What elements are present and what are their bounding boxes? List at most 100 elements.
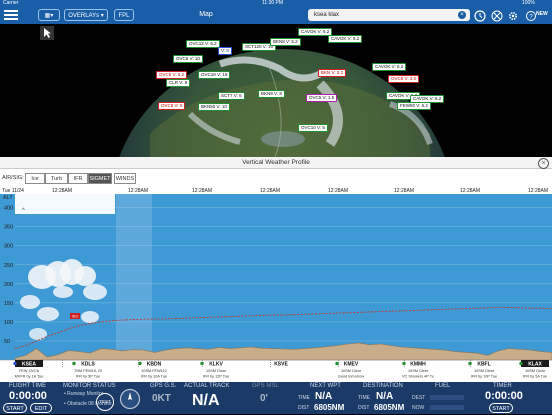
flight-time-edit-label: EDIT: [34, 406, 48, 412]
airport-weather-text: 10SM Clear: [341, 369, 362, 373]
airport-weather-text: 10SM FEW110: [141, 369, 166, 373]
overlay-sigmet-label: SIGMET: [89, 176, 111, 182]
sigmet-region: [116, 194, 152, 360]
gps-msl-label: GPS MSL: [252, 383, 279, 389]
alt-scroll-icon: ^: [22, 208, 25, 214]
metar-label[interactable]: OVC5 V: 1.5: [306, 94, 338, 102]
airport-id: KLAX: [528, 362, 542, 368]
menu-icon[interactable]: [4, 9, 18, 21]
map-layers-button[interactable]: ▦▾: [38, 9, 60, 21]
destination-dist-label: DIST: [358, 405, 370, 411]
airport-id: KSEA: [22, 362, 36, 368]
gear-icon[interactable]: [507, 9, 519, 21]
overlay-winds-button[interactable]: WINDS: [114, 173, 136, 184]
metar-label[interactable]: OVC5 V: 3.0: [388, 75, 420, 83]
new-badge: NEW: [536, 11, 548, 17]
airport-id: KMEV: [344, 362, 359, 368]
fuel-dest-gauge: [430, 395, 464, 400]
metar-label[interactable]: FEW50 V: 6.2: [397, 102, 431, 110]
cloud: [53, 286, 73, 298]
flight-time-label: FLIGHT TIME: [9, 383, 47, 389]
airport-id: KDLS: [81, 362, 95, 368]
destination-label: DESTINATION: [363, 383, 403, 389]
timer-start-button[interactable]: START: [489, 403, 513, 413]
metar-label[interactable]: OVC18 V: 15: [198, 71, 231, 79]
actual-track-label: ACTUAL TRACK: [184, 383, 230, 389]
next-wpt-dist-label: DIST: [298, 405, 310, 411]
instrument-panel: FLIGHT TIME 0:00:00 START EDIT MONITOR S…: [0, 382, 552, 414]
airport-weather-text: MVFR by 1A Tue: [15, 375, 44, 379]
timer-label: TIMER: [493, 383, 512, 389]
metar-label[interactable]: V: 8: [218, 47, 232, 55]
metar-label[interactable]: CLR V: 9: [166, 79, 191, 87]
flight-category-dot: [468, 361, 472, 366]
metar-label[interactable]: BKN50 V: 10: [198, 103, 230, 111]
flight-time-edit-button[interactable]: EDIT: [30, 403, 52, 413]
metar-label[interactable]: OVC10 V: 5: [298, 124, 328, 132]
cursor-icon: [40, 26, 54, 40]
metar-label[interactable]: BKN8 V: 8: [258, 90, 285, 98]
overlay-ice-button[interactable]: Ice: [25, 173, 45, 184]
flight-time-start-label: START: [6, 406, 24, 412]
airport-id: KSVE: [274, 362, 288, 368]
flight-category-dot: [138, 361, 142, 366]
airport-weather-text: 7NM FEW15, Ol: [74, 369, 102, 373]
overlay-winds-label: WINDS: [115, 176, 135, 182]
satellite-map[interactable]: OVC12 V: 6.2 V: 8 SCT120 V: 10 BKN8 V: 5.2 C…: [0, 24, 552, 157]
actual-track-value: N/A: [192, 392, 220, 409]
compass-icon[interactable]: [119, 388, 141, 410]
next-wpt-time-label: TIME: [298, 395, 310, 401]
air-sig-label: AIR/SIG:: [2, 175, 24, 181]
metar-label[interactable]: OVC6 V: 6.2: [156, 71, 188, 79]
monitor-status-label: MONITOR STATUS: [63, 383, 116, 389]
close-icon[interactable]: ×: [538, 158, 549, 169]
metar-label[interactable]: BKN8 V: 5.2: [270, 38, 301, 46]
metar-label[interactable]: SCT7 V: 5: [218, 92, 245, 100]
clear-search-icon[interactable]: ×: [458, 11, 466, 19]
search-input[interactable]: ksea klax ×: [308, 9, 470, 21]
overlay-sigmet-button[interactable]: SIGMET: [88, 173, 112, 184]
sigmet-marker: SIG: [70, 313, 80, 319]
overlay-turb-button[interactable]: Turb: [45, 173, 68, 184]
profile-title: Vertical Weather Profile: [0, 157, 552, 169]
sigmet-marker-label: SIG: [72, 315, 78, 319]
flight-category-dot: [13, 361, 17, 366]
timer-value: 0:00:00: [485, 390, 523, 402]
flight-category-dot: [519, 361, 523, 366]
airport-id: KBDN: [147, 362, 162, 368]
alt-tick-label: 400: [4, 206, 13, 212]
airport-weather-text: IFR by 10P Tue: [471, 375, 497, 379]
clock-icon[interactable]: [474, 9, 486, 22]
airport-weather-text: FEW OVC6: [19, 369, 39, 373]
profile-chart[interactable]: ALT 400 350 300 250 200 150 100 50 ^ SIG KSEAFEW…: [0, 194, 552, 382]
flight-category-dot: [72, 361, 76, 366]
overlay-ifr-button[interactable]: IFR: [68, 173, 88, 184]
airport-weather-text: IFR by 12P Tue: [203, 375, 229, 379]
airport-weather-text: 10SM Clear: [408, 369, 429, 373]
metar-label[interactable]: BKN V: 3.2: [318, 69, 347, 77]
alt-tick-label: 350: [4, 225, 13, 231]
fpl-button[interactable]: FPL: [114, 9, 134, 21]
top-navigation: ▦▾ OVERLAYs ▾ FPL Map ksea klax × ? NEW: [0, 6, 552, 24]
metar-label[interactable]: CAVOK V: 6.2: [328, 35, 363, 43]
airport-id: KMMH: [410, 362, 426, 368]
flight-time-start-button[interactable]: START: [3, 403, 27, 413]
next-wpt-time-value: N/A: [315, 391, 333, 402]
metar-label[interactable]: CAVOK V: 6.2: [372, 63, 407, 71]
airport-weather-text: 10SM Clear: [206, 369, 227, 373]
airport-weather-text: 10SM Clear: [474, 369, 495, 373]
test-button[interactable]: TEST: [96, 393, 114, 411]
alt-tick-label: 250: [4, 263, 13, 269]
tools-icon[interactable]: [491, 9, 503, 22]
svg-text:?: ?: [529, 15, 533, 21]
overlays-button[interactable]: OVERLAYs ▾: [64, 9, 108, 21]
gps-gs-label: GPS G.S.: [150, 383, 177, 389]
airport-weather-text: IFR by 5P Tue: [76, 375, 100, 379]
metar-label[interactable]: OVC8 V: 0: [158, 102, 186, 110]
airport-id: KBFL: [477, 362, 490, 368]
metar-label[interactable]: OVC12 V: 6.2: [186, 40, 220, 48]
next-wpt-dist-value: 6805NM: [314, 403, 345, 412]
metar-label[interactable]: OVC6 V: 10: [173, 55, 203, 63]
fuel-dest-label: DEST: [412, 395, 426, 401]
cloud: [20, 295, 40, 309]
